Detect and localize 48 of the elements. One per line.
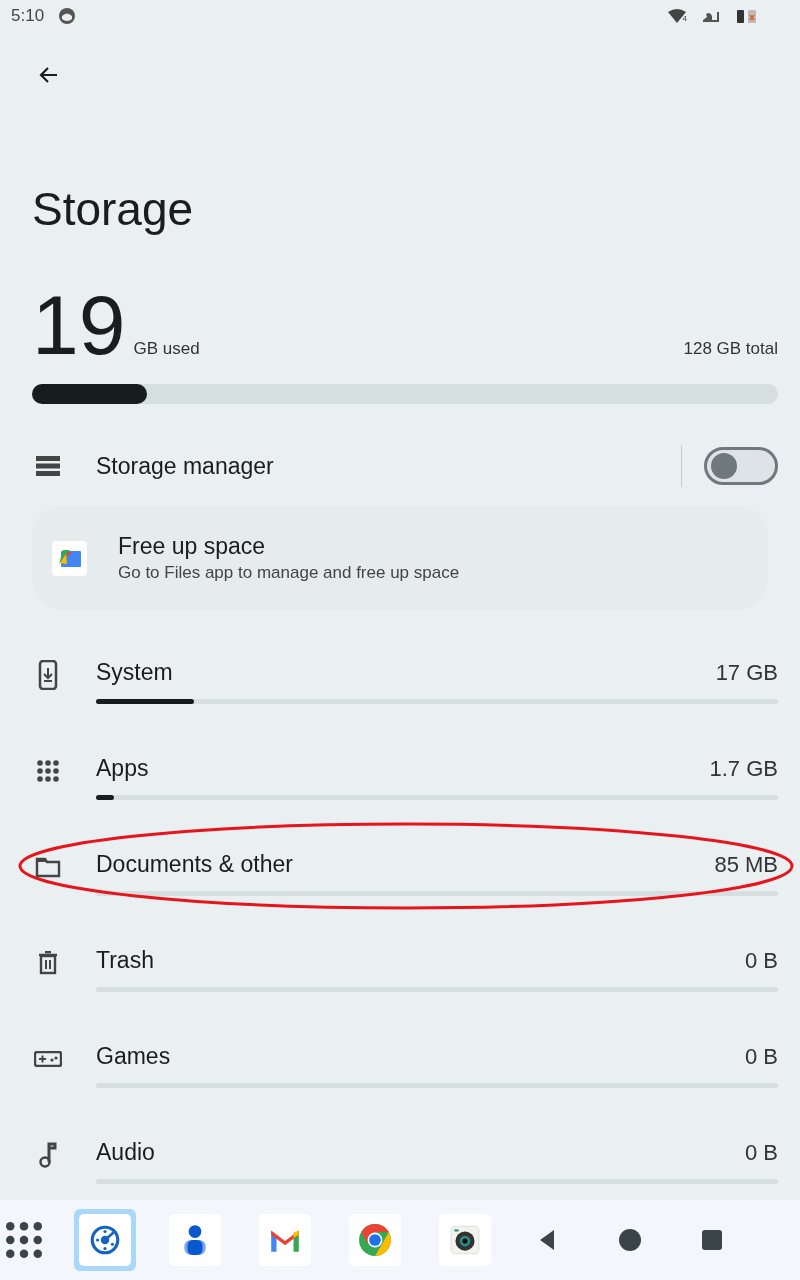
category-name: System <box>96 657 174 687</box>
category-size: 1.7 GB <box>709 754 778 783</box>
free-up-space-title: Free up space <box>118 532 267 561</box>
wifi-icon <box>667 9 686 23</box>
app-grid-icon <box>6 1222 42 1258</box>
storage-manager-label: Storage manager <box>96 451 275 481</box>
taskbar-app[interactable] <box>74 1209 136 1271</box>
category-size: 85 MB <box>714 850 778 879</box>
trash-icon <box>38 950 58 975</box>
list-icon <box>36 456 60 476</box>
page-title: Storage <box>31 182 195 237</box>
category-size: 0 B <box>744 946 778 975</box>
category-size: 0 B <box>744 1138 778 1167</box>
browser-icon <box>358 1223 392 1257</box>
used-unit: GB used <box>133 337 200 360</box>
category-name: Audio <box>96 1137 156 1167</box>
category-name: Apps <box>96 753 150 783</box>
storage-manager-toggle[interactable] <box>704 447 778 485</box>
storage-category-row[interactable]: Audio 0 B <box>0 1121 800 1188</box>
status-time: 5:10 <box>11 5 45 28</box>
gauge-icon <box>88 1223 122 1257</box>
face-icon <box>58 7 77 25</box>
category-size: 17 GB <box>715 658 778 687</box>
home-circle-icon <box>618 1228 642 1252</box>
folder-icon <box>35 855 61 878</box>
battery-icon <box>735 8 759 24</box>
used-amount: 19 <box>32 283 126 367</box>
category-name: Documents & other <box>96 849 294 879</box>
files-app-icon <box>57 548 82 568</box>
free-up-space-subtitle: Go to Files app to manage and free up space <box>118 562 460 584</box>
storage-category-row[interactable]: Games 0 B <box>0 1025 800 1092</box>
free-up-space-card[interactable]: Free up space Go to Files app to manage and free up space <box>32 506 768 610</box>
category-name: Trash <box>96 945 155 975</box>
storage-category-row[interactable]: Trash 0 B <box>0 929 800 996</box>
total-capacity: 128 GB total <box>683 337 778 360</box>
storage-category-row[interactable]: Apps 1.7 GB <box>0 737 800 804</box>
category-size: 0 B <box>744 1042 778 1071</box>
recents-square-icon <box>700 1228 724 1252</box>
gamepad-icon <box>34 1050 62 1067</box>
category-name: Games <box>96 1041 172 1071</box>
storage-category-row[interactable]: System 17 GB <box>0 641 800 708</box>
wifi-level-label: 4 <box>682 15 687 23</box>
camera-icon <box>448 1223 482 1257</box>
music-note-icon <box>39 1141 57 1168</box>
app-drawer-button[interactable] <box>4 1220 44 1260</box>
phone-download-icon <box>38 659 58 690</box>
storage-category-row[interactable]: Documents & other 85 MB <box>0 833 800 900</box>
apps-grid-icon <box>37 759 59 782</box>
